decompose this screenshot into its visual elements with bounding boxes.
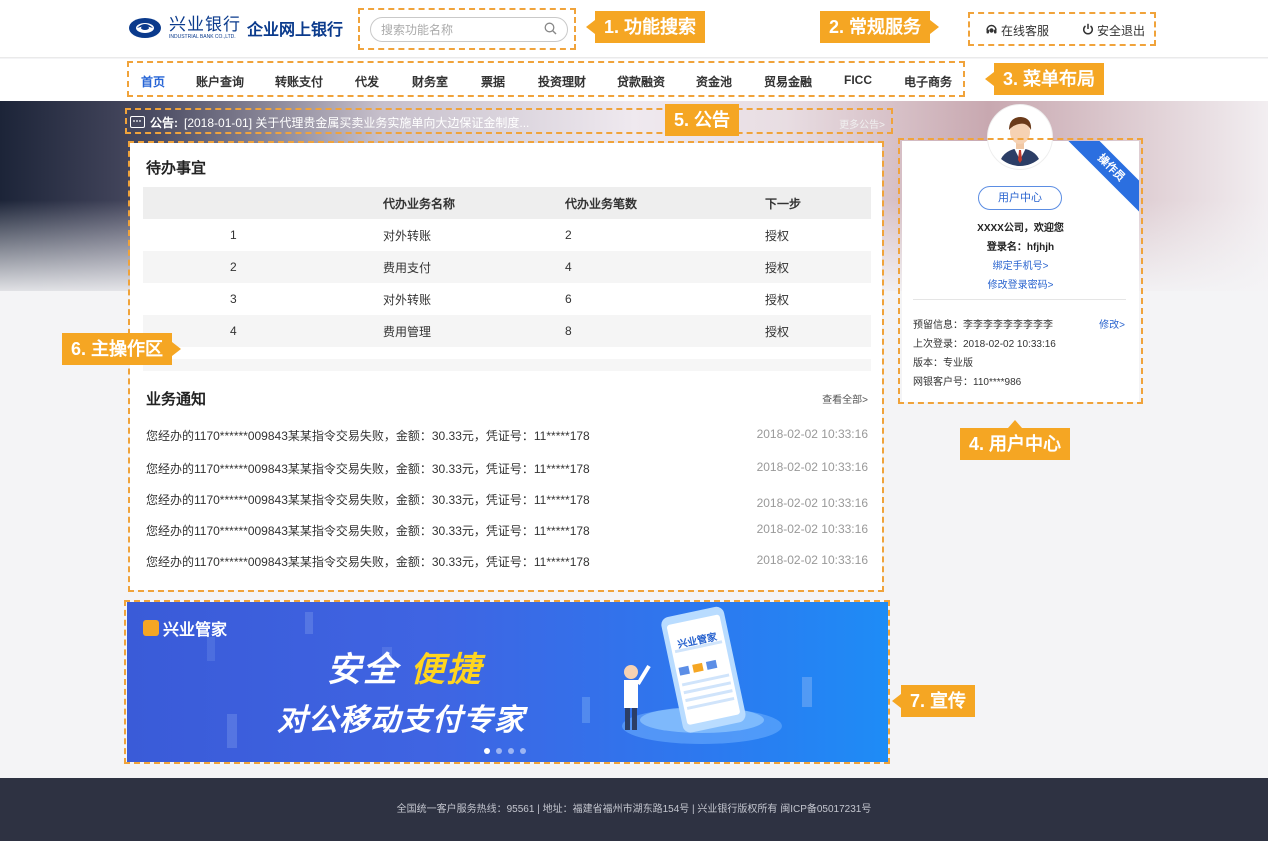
annotation-label-user: 4. 用户中心 xyxy=(960,420,1071,460)
footer: 全国统一客户服务热线：95561 | 地址：福建省福州市湖东路154号 | 兴业… xyxy=(0,778,1268,841)
logo-name: 兴业银行 xyxy=(169,15,241,35)
logo-english-name: INDUSTRIAL BANK CO.,LTD. xyxy=(169,34,236,40)
annotation-label-menu: 3. 菜单布局 xyxy=(984,63,1105,95)
annotation-label-notice: 5. 公告 xyxy=(665,104,740,136)
logo-subtitle: 企业网上银行 xyxy=(247,22,344,39)
annotation-label-banner: 7. 宣传 xyxy=(891,685,976,717)
annotation-box-banner xyxy=(124,600,890,764)
footer-text: 全国统一客户服务热线：95561 | 地址：福建省福州市湖东路154号 | 兴业… xyxy=(396,804,872,815)
annotation-label-main: 6. 主操作区 xyxy=(62,333,182,365)
annotation-box-main xyxy=(128,141,884,592)
bank-logo-icon xyxy=(127,16,163,40)
bank-logo[interactable]: 兴业银行 INDUSTRIAL BANK CO.,LTD. 企业网上银行 xyxy=(127,16,343,40)
annotation-box-services xyxy=(968,12,1156,46)
annotation-box-menu xyxy=(127,61,965,97)
annotation-label-services: 2. 常规服务 xyxy=(820,11,940,43)
annotation-box-notice xyxy=(125,108,893,134)
annotation-box-user xyxy=(898,138,1143,404)
annotation-label-search: 1. 功能搜索 xyxy=(585,11,706,43)
annotation-box-search xyxy=(358,8,576,50)
